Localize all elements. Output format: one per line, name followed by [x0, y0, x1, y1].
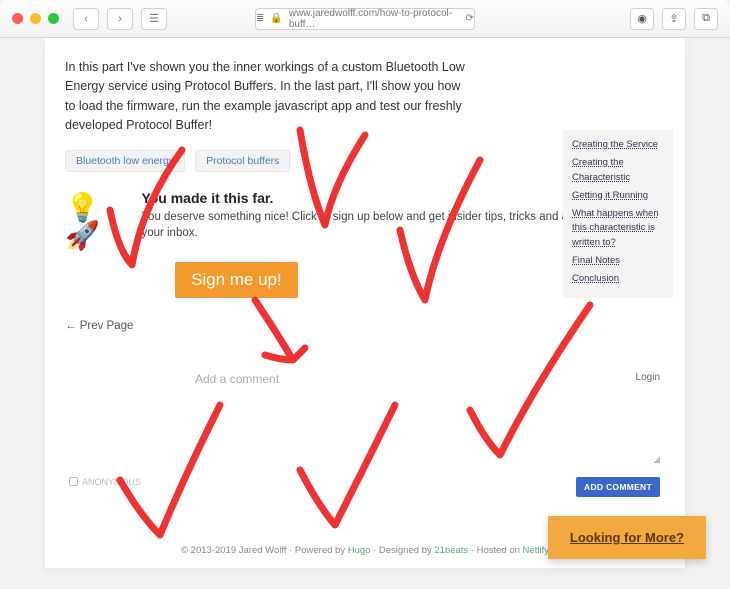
forward-button[interactable]: › — [107, 8, 133, 30]
address-bar[interactable]: ≣ 🔒 www.jaredwolff.com/how-to-protocol-b… — [255, 8, 475, 30]
table-of-contents: Creating the Service Creating the Charac… — [563, 130, 673, 298]
footer-link-hugo[interactable]: Hugo — [348, 545, 371, 556]
footer-copyright: © 2013-2019 Jared Wolff · Powered by — [181, 545, 348, 556]
footer-link-21beats[interactable]: 21beats — [434, 545, 468, 556]
anonymous-checkbox[interactable]: ANONYMOUS — [69, 477, 141, 487]
lock-icon: 🔒 — [270, 13, 282, 24]
login-link[interactable]: Login — [636, 372, 660, 383]
reload-icon[interactable]: ⟳ — [466, 13, 474, 24]
page-url: www.jaredwolff.com/how-to-protocol-buff… — [289, 8, 460, 30]
toc-item-running[interactable]: Getting it Running — [572, 189, 664, 203]
close-window-icon[interactable] — [12, 13, 23, 24]
anonymous-label: ANONYMOUS — [82, 477, 141, 487]
footer-mid1: · Designed by — [373, 545, 434, 556]
toc-item-characteristic[interactable]: Creating the Characteristic — [572, 156, 664, 185]
toc-item-final[interactable]: Final Notes — [572, 254, 664, 268]
browser-toolbar: ‹ › ☰ ≣ 🔒 www.jaredwolff.com/how-to-prot… — [0, 0, 730, 38]
page-content: In this part I've shown you the inner wo… — [45, 38, 685, 568]
tabs-button[interactable]: ⧉ — [694, 8, 718, 30]
comment-input[interactable]: Add a comment — [195, 372, 645, 387]
toc-item-conclusion[interactable]: Conclusion — [572, 272, 664, 286]
looking-for-more-banner[interactable]: Looking for More? — [548, 516, 706, 559]
tag-protocol-buffers[interactable]: Protocol buffers — [195, 150, 290, 172]
article-paragraph: In this part I've shown you the inner wo… — [65, 58, 465, 136]
zoom-window-icon[interactable] — [48, 13, 59, 24]
tag-ble[interactable]: Bluetooth low energy — [65, 150, 185, 172]
signup-button[interactable]: Sign me up! — [175, 262, 298, 298]
checkbox-icon — [69, 477, 78, 486]
sidebar-button[interactable]: ☰ — [141, 8, 167, 30]
comments-section: Login Add a comment ◢ ANONYMOUS ADD COMM… — [65, 372, 665, 387]
share-button[interactable]: ⇪ — [662, 8, 686, 30]
back-button[interactable]: ‹ — [73, 8, 99, 30]
comment-placeholder: Add a comment — [195, 372, 279, 386]
reader-icon: ≣ — [256, 13, 264, 24]
footer-link-netlify[interactable]: Netlify — [523, 545, 549, 556]
add-comment-button[interactable]: ADD COMMENT — [576, 477, 660, 497]
lightbulb-icon: 💡🚀 — [65, 194, 129, 250]
toc-item-written[interactable]: What happens when this characteristic is… — [572, 207, 664, 250]
prev-page-link[interactable]: ← Prev Page — [65, 320, 665, 332]
shield-button[interactable]: ◉ — [630, 8, 654, 30]
minimize-window-icon[interactable] — [30, 13, 41, 24]
window-controls — [12, 13, 59, 24]
footer-mid2: · Hosted on — [471, 545, 523, 556]
toc-item-service[interactable]: Creating the Service — [572, 138, 664, 152]
resize-handle-icon[interactable]: ◢ — [653, 454, 660, 465]
